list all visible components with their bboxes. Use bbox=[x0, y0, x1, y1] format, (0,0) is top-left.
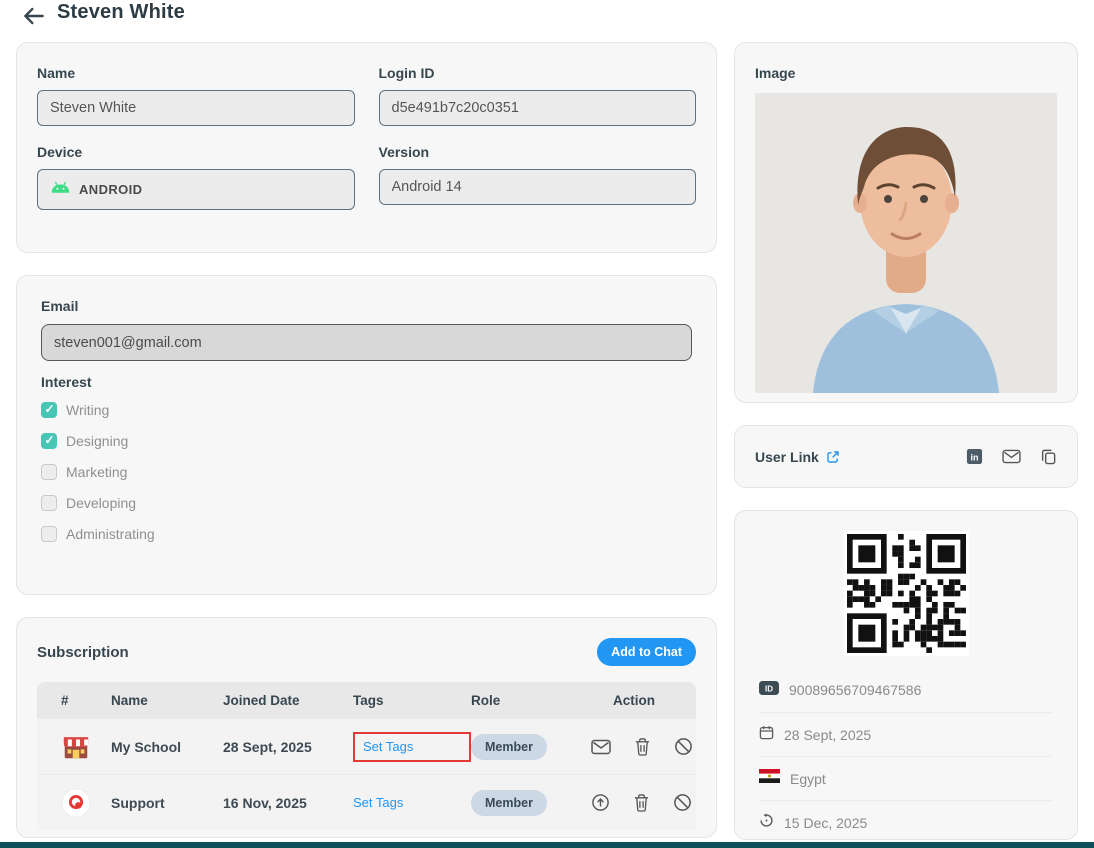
role-badge: Member bbox=[471, 734, 547, 760]
row-joined-date: 16 Nov, 2025 bbox=[223, 795, 353, 811]
user-detail-page: Steven White Name Login ID Device bbox=[0, 0, 1094, 848]
interest-option-developing[interactable]: Developing bbox=[41, 495, 692, 511]
device-field: Device ANDROID bbox=[37, 144, 355, 210]
checkbox-icon bbox=[41, 402, 57, 418]
support-icon bbox=[61, 788, 91, 818]
login-id-input[interactable] bbox=[379, 90, 697, 126]
set-tags-highlight-box: Set Tags bbox=[353, 732, 471, 762]
interest-label: Interest bbox=[41, 374, 692, 390]
table-row: Support 16 Nov, 2025 Set Tags Member bbox=[37, 774, 696, 830]
role-cell: Member bbox=[471, 790, 591, 816]
device-value: ANDROID bbox=[79, 182, 142, 197]
calendar-icon bbox=[759, 725, 774, 745]
email-label: Email bbox=[41, 298, 692, 314]
mail-icon[interactable] bbox=[1002, 449, 1021, 464]
svg-text:ID: ID bbox=[765, 684, 773, 693]
svg-text:in: in bbox=[971, 452, 979, 462]
school-icon bbox=[61, 732, 91, 762]
block-icon[interactable] bbox=[674, 737, 693, 756]
qr-info-card: ID 90089656709467586 28 Sept, 2025 Egypt… bbox=[734, 510, 1078, 840]
role-cell: Member bbox=[471, 734, 591, 760]
add-to-chat-button[interactable]: Add to Chat bbox=[597, 638, 696, 666]
name-label: Name bbox=[37, 65, 355, 81]
name-input[interactable] bbox=[37, 90, 355, 126]
update-clock-icon bbox=[759, 813, 774, 833]
upload-circle-icon[interactable] bbox=[591, 793, 610, 812]
email-input[interactable] bbox=[41, 324, 692, 361]
expiry-date-row: 15 Dec, 2025 bbox=[759, 800, 1053, 844]
version-field: Version bbox=[379, 144, 697, 210]
login-id-label: Login ID bbox=[379, 65, 697, 81]
checkbox-icon bbox=[41, 495, 57, 511]
checkbox-icon bbox=[41, 464, 57, 480]
country-row: Egypt bbox=[759, 756, 1053, 800]
device-label: Device bbox=[37, 144, 355, 160]
footer-bar bbox=[0, 842, 1094, 848]
col-joined: Joined Date bbox=[223, 693, 353, 708]
row-name: Support bbox=[111, 795, 223, 811]
expiry-date-value: 15 Dec, 2025 bbox=[784, 815, 867, 831]
page-title: Steven White bbox=[57, 1, 185, 24]
egypt-flag-icon bbox=[759, 769, 780, 788]
copy-icon[interactable] bbox=[1040, 448, 1057, 465]
user-link-card: User Link in bbox=[734, 425, 1078, 488]
checkbox-icon bbox=[41, 526, 57, 542]
col-name: Name bbox=[111, 693, 223, 708]
id-badge-icon: ID bbox=[759, 681, 779, 700]
col-tags: Tags bbox=[353, 693, 471, 708]
interest-option-administrating[interactable]: Administrating bbox=[41, 526, 692, 542]
trash-icon[interactable] bbox=[633, 793, 650, 812]
user-photo bbox=[755, 93, 1057, 393]
role-badge: Member bbox=[471, 790, 547, 816]
contact-card: Email Interest Writing Designing Marketi… bbox=[16, 275, 717, 595]
login-id-field: Login ID bbox=[379, 65, 697, 126]
set-tags-link[interactable]: Set Tags bbox=[353, 795, 403, 810]
arrow-left-icon bbox=[21, 3, 47, 32]
back-button[interactable] bbox=[20, 3, 48, 31]
external-link-icon[interactable] bbox=[826, 450, 840, 464]
checkbox-icon bbox=[41, 433, 57, 449]
set-tags-box: Set Tags bbox=[353, 794, 471, 812]
version-label: Version bbox=[379, 144, 697, 160]
basic-info-card: Name Login ID Device bbox=[16, 42, 717, 253]
set-tags-link[interactable]: Set Tags bbox=[363, 739, 413, 754]
subscription-card: Subscription Add to Chat # Name Joined D… bbox=[16, 617, 717, 838]
block-icon[interactable] bbox=[673, 793, 692, 812]
interest-option-writing[interactable]: Writing bbox=[41, 402, 692, 418]
user-id-value: 90089656709467586 bbox=[789, 682, 921, 698]
col-action: Action bbox=[591, 693, 696, 708]
trash-icon[interactable] bbox=[634, 737, 651, 756]
android-icon bbox=[50, 181, 71, 198]
qr-code bbox=[844, 531, 969, 656]
user-id-row: ID 90089656709467586 bbox=[759, 668, 1053, 712]
user-link-label: User Link bbox=[755, 449, 819, 465]
mail-icon[interactable] bbox=[591, 739, 611, 755]
col-num: # bbox=[61, 693, 111, 708]
table-header: # Name Joined Date Tags Role Action bbox=[37, 682, 696, 718]
row-name: My School bbox=[111, 739, 223, 755]
row-actions bbox=[591, 737, 696, 756]
image-card: Image bbox=[734, 42, 1078, 403]
version-input[interactable] bbox=[379, 169, 697, 205]
header: Steven White bbox=[0, 0, 1094, 36]
table-row: My School 28 Sept, 2025 Set Tags Member bbox=[37, 718, 696, 774]
row-joined-date: 28 Sept, 2025 bbox=[223, 739, 353, 755]
joined-date-row: 28 Sept, 2025 bbox=[759, 712, 1053, 756]
subscription-table: # Name Joined Date Tags Role Action bbox=[37, 682, 696, 830]
interest-option-marketing[interactable]: Marketing bbox=[41, 464, 692, 480]
interest-option-designing[interactable]: Designing bbox=[41, 433, 692, 449]
row-actions bbox=[591, 793, 696, 812]
image-label: Image bbox=[755, 65, 795, 81]
subscription-title: Subscription bbox=[37, 644, 129, 661]
name-field: Name bbox=[37, 65, 355, 126]
joined-date-value: 28 Sept, 2025 bbox=[784, 727, 871, 743]
linkedin-icon[interactable]: in bbox=[966, 448, 983, 465]
interest-list: Writing Designing Marketing Developing A… bbox=[41, 402, 692, 542]
device-input[interactable]: ANDROID bbox=[37, 169, 355, 210]
col-role: Role bbox=[471, 693, 591, 708]
country-value: Egypt bbox=[790, 771, 826, 787]
